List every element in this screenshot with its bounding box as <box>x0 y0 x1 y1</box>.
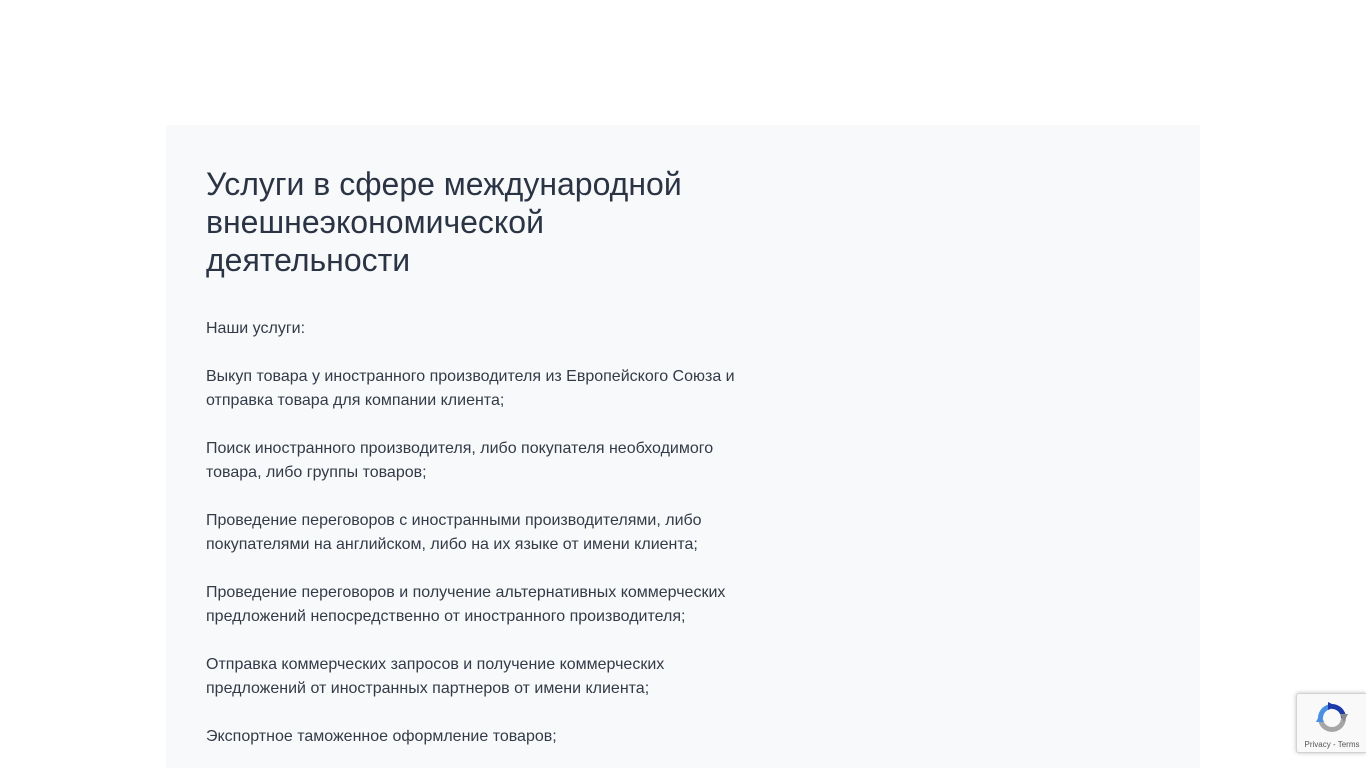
services-content: Услуги в сфере международной внешнеэконо… <box>206 165 766 768</box>
service-item: Выкуп товара у иностранного производител… <box>206 368 735 409</box>
service-item: Экспортное таможенное оформление товаров… <box>206 728 557 745</box>
terms-link[interactable]: Terms <box>1338 740 1360 749</box>
service-item: Проведение переговоров с иностранными пр… <box>206 512 702 553</box>
services-list: Выкуп товара у иностранного производител… <box>206 365 766 749</box>
links-separator: - <box>1330 740 1338 749</box>
service-item: Отправка коммерческих запросов и получен… <box>206 656 665 697</box>
service-item: Проведение переговоров и получение альте… <box>206 584 726 625</box>
services-section: Услуги в сфере международной внешнеэконо… <box>166 125 1200 768</box>
service-item: Поиск иностранного производителя, либо п… <box>206 440 714 481</box>
recaptcha-links: Privacy - Terms <box>1297 740 1366 750</box>
privacy-link[interactable]: Privacy <box>1305 740 1331 749</box>
recaptcha-icon <box>1316 702 1348 732</box>
services-intro: Наши услуги: <box>206 320 306 337</box>
page-title: Услуги в сфере международной внешнеэконо… <box>206 166 682 278</box>
page: Услуги в сфере международной внешнеэконо… <box>0 0 1366 768</box>
recaptcha-badge[interactable]: Privacy - Terms <box>1296 693 1366 753</box>
